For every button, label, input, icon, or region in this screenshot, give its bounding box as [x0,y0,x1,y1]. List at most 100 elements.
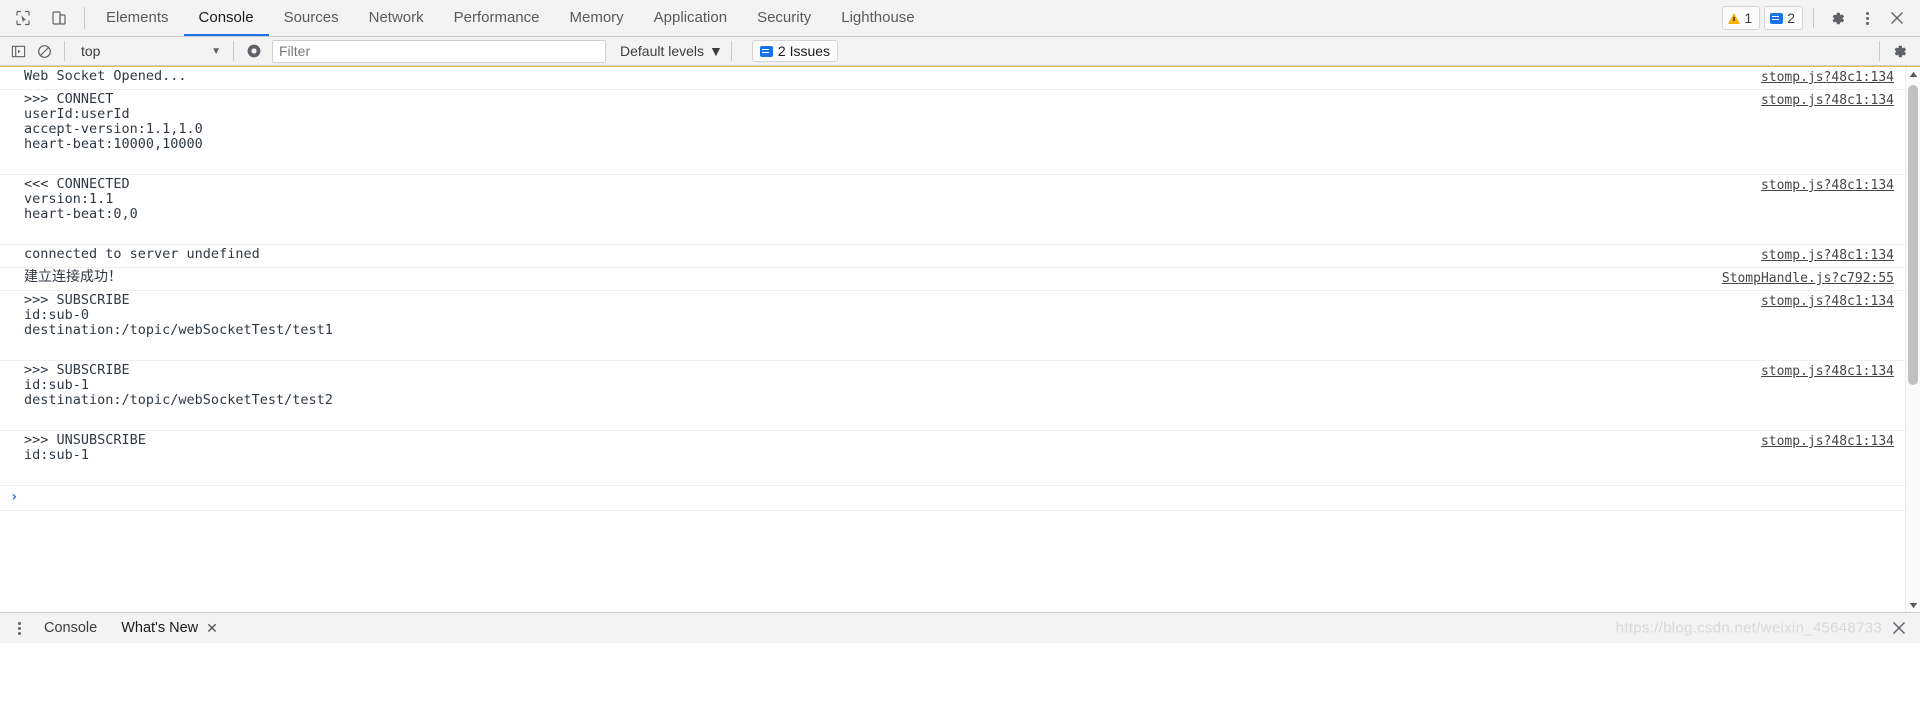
console-message: >>> UNSUBSCRIBE id:sub-1 stomp.js?48c1:13… [0,431,1906,486]
panel-tabs: Elements Console Sources Network Perform… [91,0,930,36]
console-message-source-link[interactable]: stomp.js?48c1:134 [1761,248,1894,263]
console-message-source-link[interactable]: stomp.js?48c1:134 [1761,178,1894,193]
drawer-tabs: Console What's New ✕ [32,613,230,643]
log-levels-dropdown[interactable]: Default levels ▼ [620,43,723,59]
kebab-dots [1859,11,1875,25]
live-expression-eye-icon[interactable] [242,40,266,62]
message-count-badge[interactable]: 2 [1764,6,1803,30]
console-settings-gear-icon[interactable] [1886,38,1912,64]
drawer-tab-label: What's New [121,620,199,636]
scrollbar-thumb[interactable] [1908,85,1918,385]
drawer-right-controls [1886,615,1920,641]
chevron-down-icon: ▼ [211,45,221,57]
filter-input[interactable] [272,39,606,63]
gear-icon[interactable] [1824,5,1850,31]
drawer-close-icon[interactable] [1886,615,1912,641]
tab-sources[interactable]: Sources [269,0,354,36]
console-toolbar: top ▼ Default levels ▼ 2 Issues [0,37,1920,66]
tab-label: Elements [106,8,169,26]
scroll-up-arrow-icon[interactable] [1906,67,1920,81]
log-levels-label: Default levels [620,43,705,59]
warning-count-badge[interactable]: 1 [1722,6,1761,30]
tab-label: Application [653,8,728,26]
console-message: >>> SUBSCRIBE id:sub-1 destination:/topi… [0,361,1906,431]
watermark-text: https://blog.csdn.net/weixin_45648733 [1615,619,1882,637]
issues-label: 2 Issues [777,43,831,59]
console-toolbar-right [1873,38,1912,64]
inspect-element-icon[interactable] [10,5,36,31]
console-message: >>> SUBSCRIBE id:sub-0 destination:/topi… [0,291,1906,361]
toolbar-divider [1879,41,1880,61]
console-message-source-link[interactable]: stomp.js?48c1:134 [1761,70,1894,85]
toolbar-divider [233,41,234,61]
close-icon[interactable]: ✕ [206,620,218,637]
kebab-menu-icon[interactable] [1854,5,1880,31]
toolbar-divider [84,7,85,29]
tab-label: Network [368,8,424,26]
console-prompt-row[interactable]: › [0,486,1906,511]
console-message-text: >>> SUBSCRIBE id:sub-0 destination:/topi… [24,292,333,338]
drawer-tab-whats-new[interactable]: What's New ✕ [109,613,230,643]
console-message-source-link[interactable]: stomp.js?48c1:134 [1761,434,1894,449]
drawer-more-tools-icon[interactable] [6,615,32,641]
message-count-label: 2 [1787,10,1795,26]
tab-security[interactable]: Security [742,0,826,36]
issue-bubble-icon [759,45,773,57]
console-message-text: >>> SUBSCRIBE id:sub-1 destination:/topi… [24,362,333,408]
scroll-down-arrow-icon[interactable] [1906,598,1920,612]
console-message: <<< CONNECTED version:1.1 heart-beat:0,0… [0,175,1906,245]
toolbar-divider [730,41,732,61]
tab-label: Memory [569,8,624,26]
devtools-tab-bar: Elements Console Sources Network Perform… [0,0,1920,37]
devtools-left-icons [0,0,78,36]
console-message-source-link[interactable]: stomp.js?48c1:134 [1761,294,1894,309]
console-message: 建立连接成功！ StompHandle.js?c792:55 [0,268,1906,291]
execution-context-label: top [81,43,101,59]
console-message-text: >>> CONNECT userId:userId accept-version… [24,91,203,152]
toolbar-divider [1813,8,1814,28]
tab-elements[interactable]: Elements [91,0,184,36]
console-message-source-link[interactable]: StompHandle.js?c792:55 [1722,271,1894,286]
drawer-tab-console[interactable]: Console [32,613,109,643]
console-panel: Web Socket Opened... stomp.js?48c1:134 >>>… [0,66,1920,612]
close-icon[interactable] [1884,5,1910,31]
tab-performance[interactable]: Performance [439,0,555,36]
console-sidebar-toggle-icon[interactable] [6,40,30,62]
devtools-right-controls: 1 2 [1722,0,1920,36]
message-bubble-icon [1770,12,1784,24]
tab-label: Performance [453,8,540,26]
console-message: >>> CONNECT userId:userId accept-version… [0,90,1906,175]
tab-label: Sources [283,8,339,26]
tab-console[interactable]: Console [183,0,269,36]
tab-network[interactable]: Network [354,0,439,36]
tab-memory[interactable]: Memory [555,0,639,36]
devtools-drawer: Console What's New ✕ https://blog.csdn.n… [0,612,1920,643]
tab-application[interactable]: Application [639,0,742,36]
tab-label: Console [198,8,254,26]
console-scrollbar[interactable] [1905,67,1920,612]
chevron-down-icon: ▼ [709,43,723,59]
clear-console-icon[interactable] [32,40,56,62]
kebab-dots [11,621,27,635]
toolbar-divider [64,41,65,61]
console-message-text: >>> UNSUBSCRIBE id:sub-1 [24,432,146,463]
console-message-source-link[interactable]: stomp.js?48c1:134 [1761,364,1894,379]
console-message-text: <<< CONNECTED version:1.1 heart-beat:0,0 [24,176,138,222]
warning-count-label: 1 [1744,10,1753,26]
prompt-chevron-icon: › [10,489,19,505]
tab-lighthouse[interactable]: Lighthouse [826,0,929,36]
drawer-tab-label: Console [44,620,98,636]
execution-context-select[interactable]: top ▼ [73,41,225,61]
console-prompt-input[interactable] [26,490,1906,508]
console-message-source-link[interactable]: stomp.js?48c1:134 [1761,93,1894,108]
issues-button[interactable]: 2 Issues [751,40,839,62]
console-message-text: connected to server undefined [24,246,260,262]
console-message-text: Web Socket Opened... [24,68,187,84]
console-message-text: 建立连接成功！ [24,269,122,285]
console-message-list: Web Socket Opened... stomp.js?48c1:134 >>>… [0,67,1906,612]
device-toolbar-icon[interactable] [46,5,72,31]
tab-label: Lighthouse [841,8,915,26]
tab-label: Security [757,8,812,26]
console-message: connected to server undefined stomp.js?48… [0,245,1906,268]
warning-triangle-icon [1728,12,1741,24]
